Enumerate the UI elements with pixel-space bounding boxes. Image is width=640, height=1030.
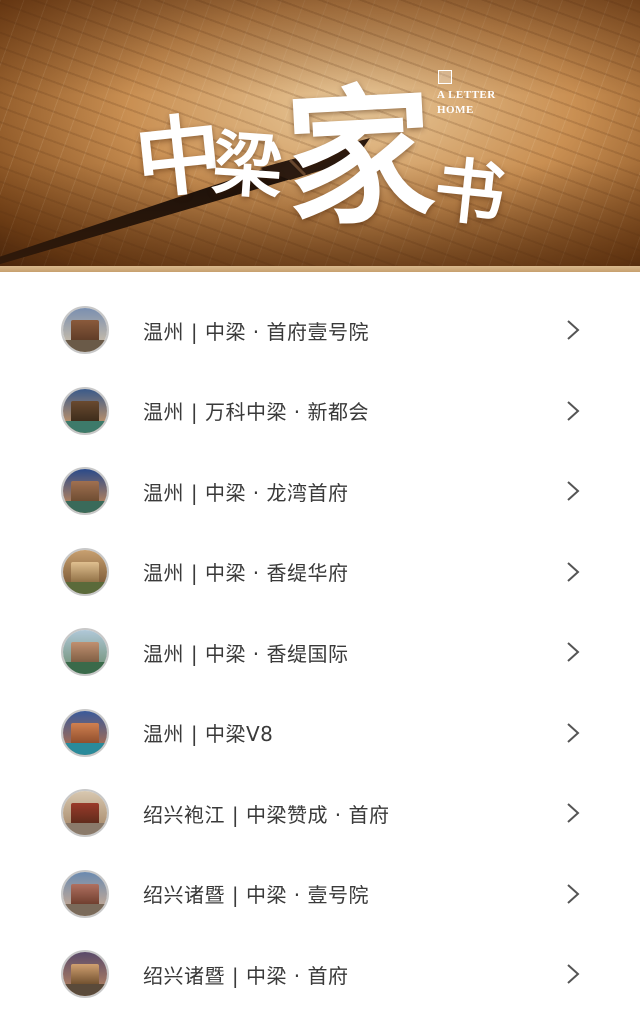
project-list: 温州 | 中梁 · 首府壹号院 温州 | 万科中梁 · 新都会 温州 | 中梁 … bbox=[0, 290, 640, 1015]
chevron-right-icon bbox=[567, 320, 580, 340]
list-item-label: 绍兴诸暨 | 中梁 · 首府 bbox=[143, 963, 349, 988]
project-thumbnail bbox=[61, 950, 109, 999]
list-item[interactable]: 温州 | 万科中梁 · 新都会 bbox=[0, 371, 640, 452]
chevron-right-icon bbox=[567, 884, 580, 904]
tagline-line: A LETTER bbox=[437, 89, 496, 101]
list-item[interactable]: 温州 | 中梁 · 龙湾首府 bbox=[0, 451, 640, 532]
project-thumbnail bbox=[61, 386, 109, 435]
list-item[interactable]: 绍兴诸暨 | 中梁 · 壹号院 bbox=[0, 854, 640, 935]
seal-stamp-icon bbox=[438, 70, 452, 84]
banner-title-char: 书 bbox=[430, 147, 509, 238]
project-thumbnail bbox=[61, 306, 109, 355]
list-item[interactable]: 绍兴袍江 | 中梁赞成 · 首府 bbox=[0, 773, 640, 854]
chevron-right-icon bbox=[567, 723, 580, 743]
project-thumbnail bbox=[61, 467, 109, 516]
project-thumbnail bbox=[61, 628, 109, 677]
chevron-right-icon bbox=[567, 481, 580, 501]
chevron-right-icon bbox=[567, 803, 580, 823]
project-thumbnail bbox=[61, 547, 109, 596]
header-banner: 中 梁 家 书 A LETTER HOME bbox=[0, 0, 640, 272]
list-item-label: 温州 | 中梁 · 龙湾首府 bbox=[143, 480, 349, 505]
list-item-label: 绍兴袍江 | 中梁赞成 · 首府 bbox=[143, 802, 390, 827]
chevron-right-icon bbox=[567, 964, 580, 984]
banner-title: 中 梁 家 书 bbox=[131, 42, 515, 248]
list-item-label: 绍兴诸暨 | 中梁 · 壹号院 bbox=[143, 883, 370, 908]
list-item-label: 温州 | 中梁 · 香缇国际 bbox=[143, 641, 349, 666]
list-item[interactable]: 温州 | 中梁V8 bbox=[0, 693, 640, 774]
chevron-right-icon bbox=[567, 642, 580, 662]
chevron-right-icon bbox=[567, 562, 580, 582]
project-thumbnail bbox=[61, 789, 109, 838]
list-item-label: 温州 | 中梁 · 香缇华府 bbox=[143, 561, 349, 586]
list-item-label: 温州 | 万科中梁 · 新都会 bbox=[143, 400, 370, 425]
tagline-line: HOME bbox=[437, 104, 474, 116]
chevron-right-icon bbox=[567, 401, 580, 421]
project-thumbnail bbox=[61, 869, 109, 918]
project-thumbnail bbox=[61, 708, 109, 757]
list-item[interactable]: 绍兴诸暨 | 中梁 · 首府 bbox=[0, 934, 640, 1015]
list-item[interactable]: 温州 | 中梁 · 首府壹号院 bbox=[0, 290, 640, 371]
list-item-label: 温州 | 中梁V8 bbox=[143, 722, 274, 747]
banner-title-char: 梁 bbox=[209, 121, 286, 210]
list-item[interactable]: 温州 | 中梁 · 香缇国际 bbox=[0, 612, 640, 693]
list-item[interactable]: 温州 | 中梁 · 香缇华府 bbox=[0, 532, 640, 613]
banner-tagline: A LETTER HOME bbox=[437, 88, 496, 118]
banner-bottom-edge bbox=[0, 266, 640, 272]
banner-title-char: 家 bbox=[281, 66, 439, 248]
list-item-label: 温州 | 中梁 · 首府壹号院 bbox=[143, 319, 370, 344]
